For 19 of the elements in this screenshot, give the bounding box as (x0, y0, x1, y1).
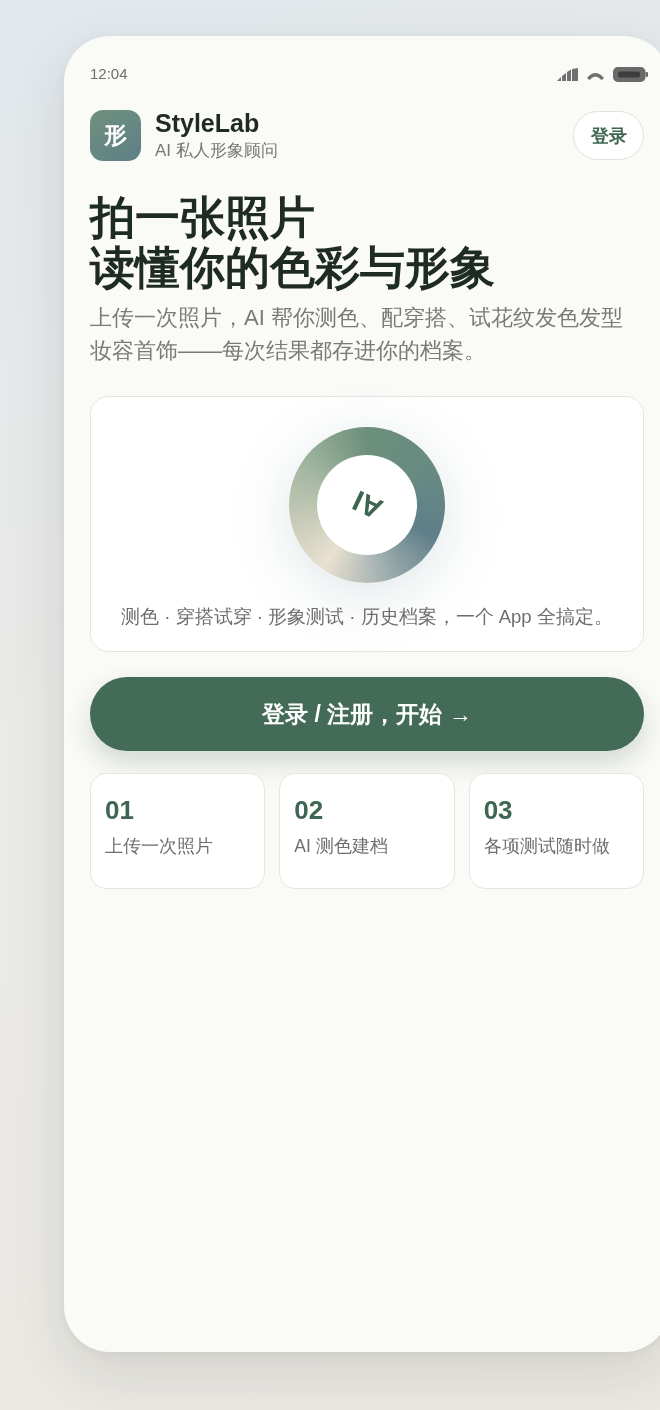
signal-icon (557, 67, 578, 81)
hero-description: 上传一次照片，AI 帮你测色、配穿搭、试花纹发色发型妆容首饰——每次结果都存进你的档案。 (90, 304, 624, 365)
step-label: AI 测色建档 (294, 835, 388, 858)
step-label: 各项测试随时做 (483, 835, 610, 858)
battery-icon (613, 66, 648, 82)
login-button[interactable]: 登录 (573, 111, 644, 160)
app-subtitle: AI 私人形象顾问 (155, 140, 279, 162)
app-logo: 形 (90, 110, 141, 161)
ring-label: AI (347, 485, 387, 525)
hero-title: 读懂你的色彩与形象 (90, 243, 496, 293)
step-number: 02 (294, 794, 324, 826)
step-label: 上传一次照片 (105, 835, 213, 858)
signup-button[interactable]: 登录 / 注册，开始 → (90, 677, 644, 751)
step-number: 01 (105, 794, 134, 826)
feature-caption: 测色 · 穿搭试穿 · 形象测试 · 历史档案，一个 App 全搞定。 (121, 605, 613, 629)
step-number: 03 (483, 794, 513, 826)
app-title: StyleLab (155, 109, 261, 137)
status-time: 12:04 (90, 64, 128, 84)
hero-title: 拍一张照片 (90, 193, 316, 243)
